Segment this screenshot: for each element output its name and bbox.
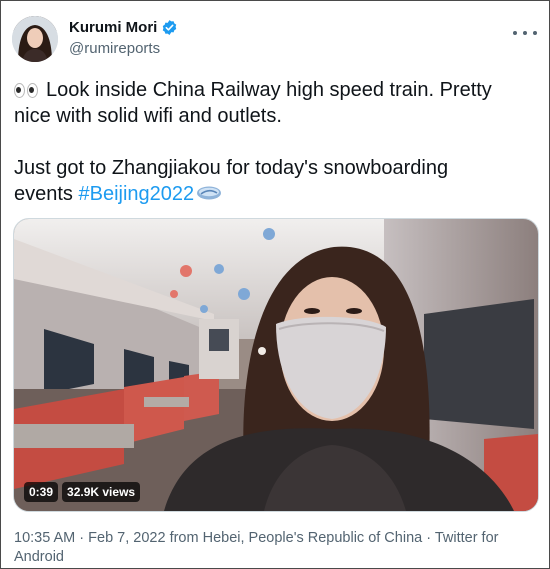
video-thumbnail xyxy=(14,219,538,511)
tweet-text: Look inside China Railway high speed tra… xyxy=(14,77,538,207)
video-view-count: 32.9K views xyxy=(62,482,141,502)
video-duration: 0:39 xyxy=(24,482,59,502)
tweet-card: Kurumi Mori @rumireports Look inside Chi… xyxy=(0,0,550,569)
display-name[interactable]: Kurumi Mori xyxy=(69,19,157,36)
beijing2022-hashflag-icon xyxy=(196,182,222,200)
tweet-line-1: Look inside China Railway high speed tra… xyxy=(46,79,492,101)
hashtag-link[interactable]: #Beijing2022 xyxy=(78,183,194,205)
user-handle[interactable]: @rumireports xyxy=(69,40,160,57)
tweet-timestamp[interactable]: 10:35 AM · Feb 7, 2022 from Hebei, Peopl… xyxy=(14,529,534,567)
eyes-icon xyxy=(14,83,38,98)
tweet-line-2: nice with solid wifi and outlets. xyxy=(14,105,282,127)
tweet-line-4: events xyxy=(14,183,79,205)
avatar[interactable] xyxy=(12,16,58,62)
tweet-line-3: Just got to Zhangjiakou for today's snow… xyxy=(14,157,449,179)
verified-badge-icon xyxy=(161,19,178,36)
video-player[interactable]: 0:39 32.9K views xyxy=(13,218,539,512)
more-options-icon[interactable] xyxy=(513,23,537,43)
